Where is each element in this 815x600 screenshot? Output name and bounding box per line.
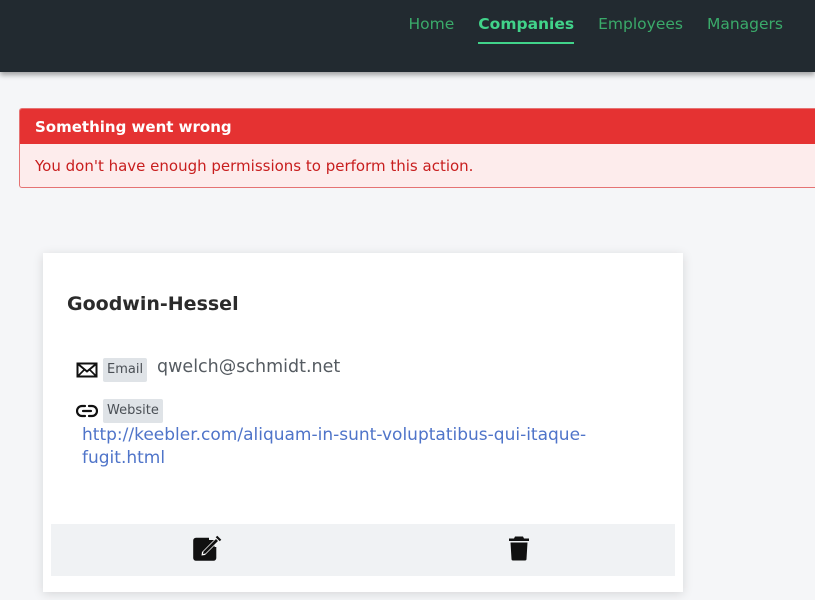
nav-links: Home Companies Employees Managers [385,0,783,48]
company-email: qwelch@schmidt.net [157,357,341,377]
nav-item-home[interactable]: Home [409,0,455,48]
website-link-line-2: fugit.html [82,448,166,468]
website-link-line-1: http://keebler.com/aliquam-in-sunt-volup… [82,425,587,445]
nav-item-employees[interactable]: Employees [598,0,683,48]
company-website-link[interactable]: http://keebler.com/aliquam-in-sunt-volup… [82,424,602,470]
company-name: Goodwin-Hessel [67,293,239,315]
error-alert: Something went wrong You don't have enou… [19,108,815,188]
envelope-icon [76,361,98,379]
delete-button[interactable] [501,532,537,568]
trash-icon [508,535,530,565]
company-card: Goodwin-Hessel Email qwelch@schmidt.net … [43,253,683,592]
top-navbar: Home Companies Employees Managers [0,0,815,72]
nav-item-managers[interactable]: Managers [707,0,783,48]
alert-title: Something went wrong [20,109,815,144]
email-tag: Email [103,358,148,382]
website-tag: Website [103,399,163,423]
alert-message: You don't have enough permissions to per… [35,157,474,175]
card-actions [51,524,675,576]
nav-item-companies[interactable]: Companies [478,0,574,48]
edit-button[interactable] [189,532,225,568]
edit-icon [192,534,222,566]
link-icon [75,402,99,420]
